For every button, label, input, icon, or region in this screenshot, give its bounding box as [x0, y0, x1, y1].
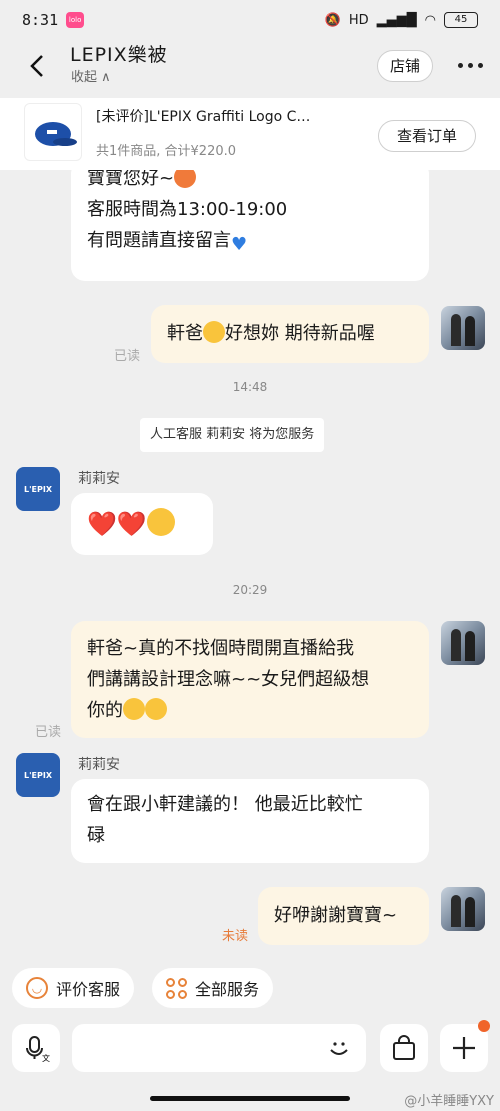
- smile-icon: ◡: [26, 977, 48, 999]
- system-notice: 人工客服 莉莉安 将为您服务: [140, 418, 325, 452]
- home-indicator[interactable]: [150, 1096, 350, 1101]
- input-bar: 文: [0, 1018, 500, 1082]
- read-status: 已读: [35, 725, 62, 740]
- user-avatar[interactable]: [441, 621, 485, 665]
- shopping-bag-button[interactable]: [380, 1024, 428, 1072]
- unread-status: 未读: [222, 929, 249, 944]
- mute-icon: 🔕: [324, 12, 341, 28]
- message-bubble-self[interactable]: 軒爸~真的不找個時間開直播給我 們講講設計理念嘛~~女兒們超級想 你的: [71, 621, 429, 738]
- voice-input-button[interactable]: 文: [12, 1024, 60, 1072]
- message-text: 好想妳 期待新品喔: [225, 323, 375, 344]
- all-services-button[interactable]: 全部服务: [152, 968, 274, 1008]
- message-text: 寶寶您好~: [87, 170, 175, 189]
- status-bar: 8:31 lolo 🔕 HD ▂▄▆█ ◠ 45: [0, 0, 500, 40]
- blue-heart-icon: ♥: [231, 234, 248, 255]
- rate-service-label: 评价客服: [56, 980, 121, 999]
- battery-icon: 45: [444, 12, 478, 28]
- order-card[interactable]: [未评价]L'EPIX Graffiti Logo C… 共1件商品, 合计¥2…: [0, 98, 500, 170]
- order-title: [未评价]L'EPIX Graffiti Logo C…: [96, 109, 311, 125]
- laughing-emoji-icon: [123, 698, 145, 720]
- services-grid-icon: [166, 977, 187, 999]
- signal-icon: ▂▄▆█: [376, 12, 417, 28]
- timestamp: 20:29: [232, 583, 268, 597]
- chat-messages[interactable]: 寶寶您好~ 客服時間為13:00-19:00 有問題請直接留言♥ 軒爸 好想妳 期…: [0, 170, 500, 960]
- more-icon[interactable]: [458, 63, 483, 68]
- message-bubble-agent[interactable]: ❤️❤️: [71, 493, 213, 555]
- message-text: 會在跟小軒建議的！ 他最近比較忙: [87, 794, 363, 815]
- laughing-emoji-icon: [145, 698, 167, 720]
- wifi-icon: ◠: [424, 12, 436, 28]
- cap-icon: [35, 122, 77, 146]
- timestamp: 14:48: [232, 380, 268, 394]
- message-text: 軒爸: [167, 323, 203, 344]
- network-label: HD: [348, 12, 369, 28]
- shop-name: LEPIX樂被: [70, 44, 168, 66]
- microphone-icon: 文: [26, 1036, 50, 1063]
- hearts-emoji: ❤️❤️: [87, 510, 147, 538]
- read-status: 已读: [114, 349, 141, 364]
- shopping-bag-icon: [393, 1035, 415, 1060]
- store-button[interactable]: 店铺: [377, 50, 433, 82]
- message-text: 碌: [87, 825, 105, 846]
- plus-icon: [453, 1037, 475, 1059]
- rate-service-button[interactable]: ◡ 评价客服: [12, 968, 135, 1008]
- agent-avatar[interactable]: L'EPIX: [16, 467, 60, 511]
- svg-text:文: 文: [42, 1053, 50, 1063]
- message-text: 你的: [87, 700, 123, 721]
- watermark: @小羊睡睡YXY: [404, 1094, 494, 1109]
- message-bubble-self[interactable]: 好咿謝謝寶寶~: [258, 887, 429, 945]
- all-services-label: 全部服务: [195, 980, 260, 999]
- agent-avatar[interactable]: L'EPIX: [16, 753, 60, 797]
- message-bubble-agent[interactable]: 寶寶您好~ 客服時間為13:00-19:00 有問題請直接留言♥: [71, 170, 429, 281]
- message-text: 客服時間為13:00-19:00: [87, 199, 288, 220]
- sender-name: 莉莉安: [78, 757, 120, 773]
- user-avatar[interactable]: [441, 887, 485, 931]
- peach-emoji-icon: [174, 170, 197, 188]
- plus-button[interactable]: [440, 1020, 490, 1072]
- message-bubble-self[interactable]: 軒爸 好想妳 期待新品喔: [151, 305, 429, 363]
- message-text: 好咿謝謝寶寶~: [274, 905, 398, 926]
- emoji-icon[interactable]: [326, 1035, 352, 1061]
- message-text: 們講講設計理念嘛~~女兒們超級想: [87, 669, 370, 690]
- status-icons: 🔕 HD ▂▄▆█ ◠ 45: [325, 12, 478, 28]
- notification-dot: [478, 1020, 490, 1032]
- back-arrow-icon[interactable]: [26, 52, 50, 80]
- message-text: 軒爸~真的不找個時間開直播給我: [87, 638, 355, 659]
- order-summary: 共1件商品, 合计¥220.0: [96, 144, 237, 159]
- message-text: 有問題請直接留言: [87, 230, 231, 251]
- smiling-face-emoji-icon: [203, 321, 225, 343]
- collapse-toggle[interactable]: 收起 ∧: [71, 66, 111, 85]
- product-image[interactable]: [24, 103, 82, 161]
- view-order-button[interactable]: 查看订单: [378, 120, 476, 152]
- sender-name: 莉莉安: [78, 471, 120, 487]
- message-input[interactable]: [72, 1024, 366, 1072]
- user-avatar[interactable]: [441, 306, 485, 350]
- message-bubble-agent[interactable]: 會在跟小軒建議的！ 他最近比較忙 碌: [71, 779, 429, 863]
- app-notification-icon: lolo: [66, 12, 85, 28]
- kissing-face-emoji-icon: [146, 508, 175, 536]
- status-time: 8:31: [22, 11, 59, 29]
- chat-header: LEPIX樂被 收起 ∧ 店铺: [0, 40, 500, 94]
